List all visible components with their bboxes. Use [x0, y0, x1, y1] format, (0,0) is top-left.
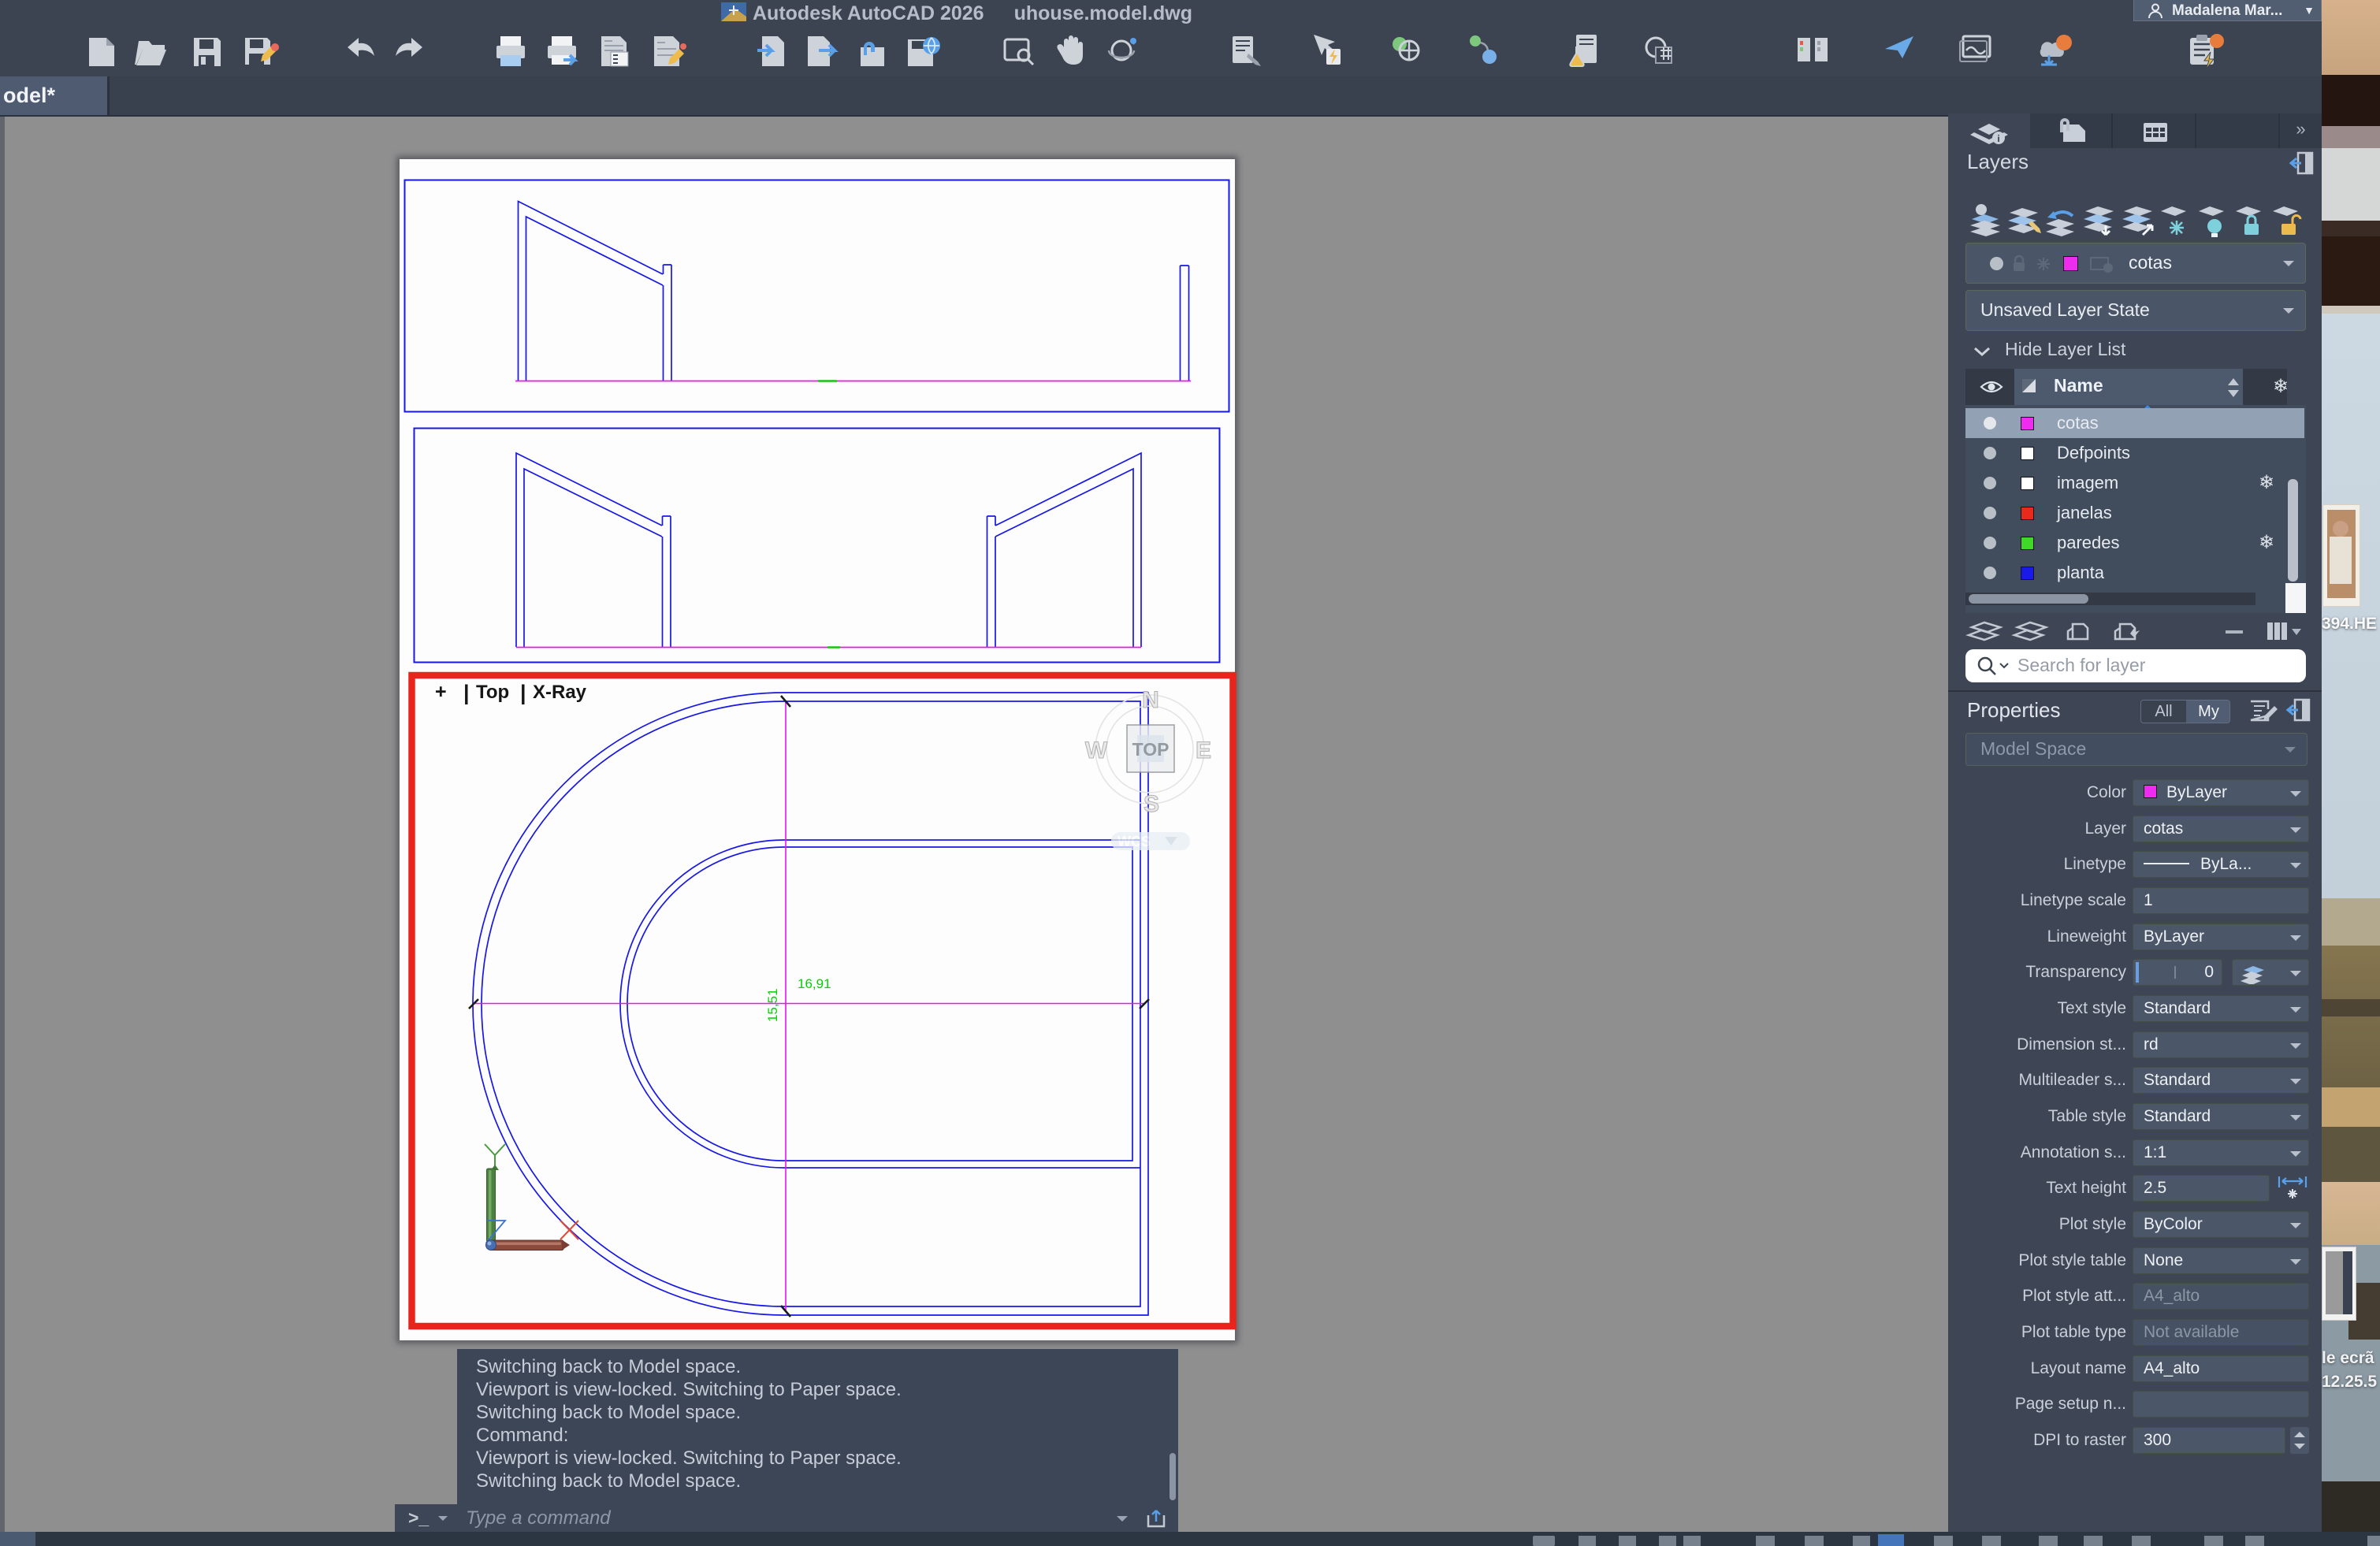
svg-text:TOP: TOP — [1132, 739, 1170, 760]
svg-text:+: + — [435, 681, 447, 703]
svg-text:15,51: 15,51 — [765, 988, 780, 1022]
svg-text:16,91: 16,91 — [798, 976, 831, 991]
svg-text:|: | — [463, 681, 470, 704]
svg-text:X-Ray: X-Ray — [533, 682, 587, 703]
svg-text:|: | — [520, 681, 526, 704]
svg-text:Top: Top — [476, 682, 509, 703]
svg-text:WCS: WCS — [1117, 834, 1151, 849]
svg-text:i: i — [1997, 133, 1999, 144]
svg-text:W: W — [1085, 738, 1108, 764]
svg-text:S: S — [1144, 791, 1159, 817]
svg-text:E: E — [1196, 738, 1211, 764]
svg-text:N: N — [1142, 687, 1159, 713]
